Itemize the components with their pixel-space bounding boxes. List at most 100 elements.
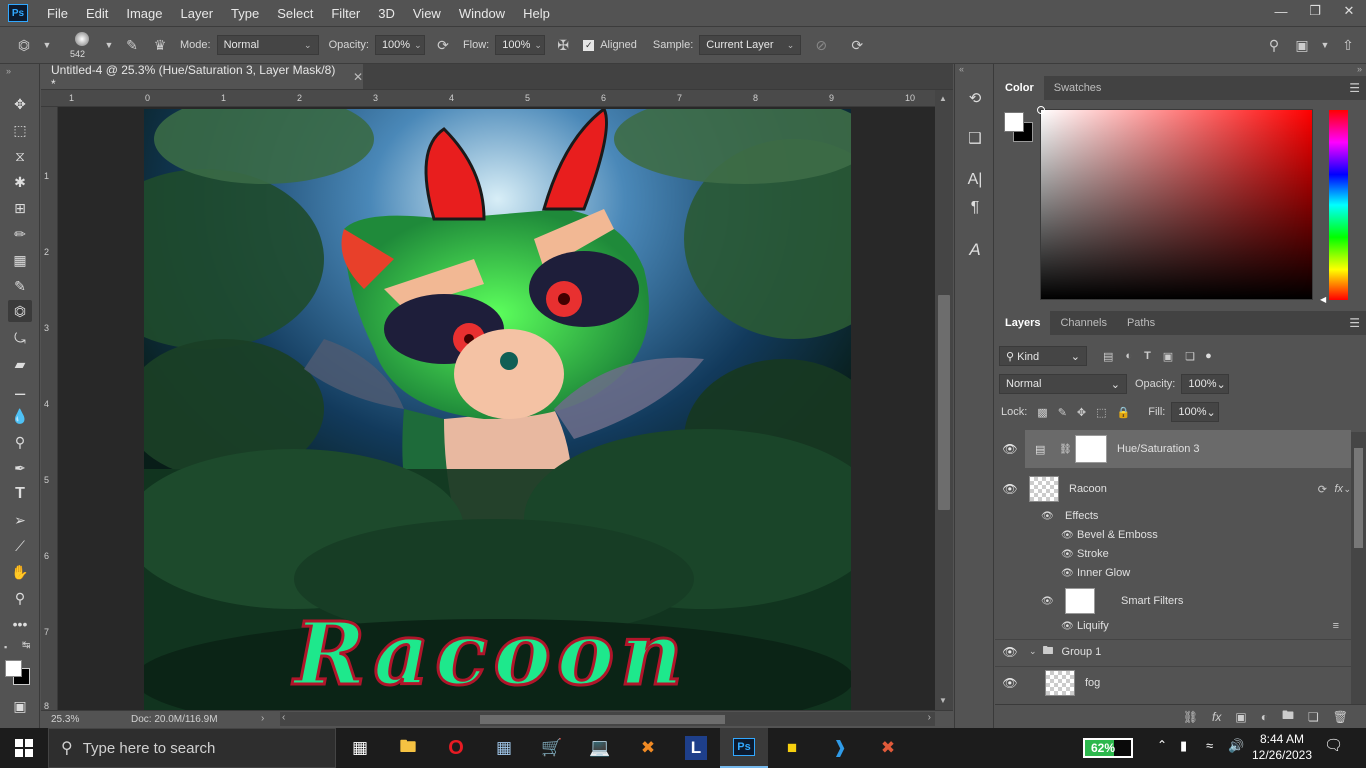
tab-channels[interactable]: Channels (1050, 311, 1116, 335)
menu-3d[interactable]: 3D (369, 6, 404, 21)
effect-inner-glow-row[interactable]: 👁 Inner Glow (995, 564, 1351, 582)
lock-all-icon[interactable]: 🔒 (1117, 406, 1131, 419)
panel-menu-icon[interactable]: ☰ (1349, 311, 1360, 335)
add-mask-icon[interactable]: ▣ (1235, 710, 1246, 724)
filter-shape-icon[interactable]: ▣ (1163, 350, 1173, 363)
link-icon[interactable]: ⛓ (1059, 444, 1073, 455)
quick-mask-icon[interactable]: ▣ (8, 695, 32, 717)
color-spectrum-picker[interactable] (1037, 106, 1313, 300)
brush-preview[interactable]: 542 (66, 28, 100, 62)
opera-icon[interactable]: O (432, 728, 480, 768)
document-tab[interactable]: Untitled-4 @ 25.3% (Hue/Saturation 3, La… (41, 63, 363, 91)
move-tool-icon[interactable]: ✥ (8, 93, 32, 115)
pen-tool-icon[interactable]: ✒ (8, 457, 32, 479)
volume-icon[interactable]: 🔊 (1228, 738, 1244, 754)
chevron-down-icon[interactable]: ⌄ (1029, 646, 1037, 657)
brush-tool-icon[interactable]: ✎ (8, 275, 32, 297)
delete-layer-icon[interactable]: 🗑 (1333, 710, 1348, 724)
clone-source-panel-icon[interactable]: ♛ (150, 35, 170, 55)
taskbar-clock[interactable]: 8:44 AM 12/26/2023 (1250, 731, 1314, 763)
dodge-tool-icon[interactable]: ⚲ (8, 431, 32, 453)
ignore-adjustment-layers-icon[interactable]: ⊘ (811, 35, 831, 55)
visibility-eye-icon[interactable]: 👁 (1061, 549, 1077, 560)
menu-type[interactable]: Type (222, 6, 268, 21)
artwork-canvas[interactable]: Racoon (144, 109, 851, 710)
line-tool-icon[interactable]: ⟋ (8, 535, 32, 557)
visibility-eye-icon[interactable]: 👁 (1061, 568, 1077, 579)
swap-colors-icon[interactable]: ↹ (22, 640, 30, 651)
menu-view[interactable]: View (404, 6, 450, 21)
visibility-eye-icon[interactable]: 👁 (1061, 621, 1077, 632)
lasso-tool-icon[interactable]: ⧖ (8, 145, 32, 167)
photos-app-icon[interactable]: ▦ (480, 728, 528, 768)
filter-liquify-row[interactable]: 👁 Liquify ≡ (995, 617, 1351, 635)
smart-filters-row[interactable]: 👁 Smart Filters (995, 586, 1351, 616)
vscode-icon[interactable]: ❱ (816, 728, 864, 768)
canvas-vertical-scrollbar[interactable]: ▲ ▼ (935, 90, 953, 710)
brush-panel-toggle-icon[interactable]: ✎ (122, 35, 142, 55)
layer-row-group-1[interactable]: 👁 ⌄ 🖿 Group 1 (995, 639, 1351, 663)
remote-desktop-icon[interactable]: 💻 (576, 728, 624, 768)
app-tools-icon[interactable]: ✖ (864, 728, 912, 768)
lock-image-icon[interactable]: ✎ (1058, 406, 1067, 419)
minimize-icon[interactable]: — (1264, 0, 1298, 22)
new-adjustment-icon[interactable]: ◐ (1261, 710, 1268, 724)
hue-slider-marker-icon[interactable]: ◀ (1320, 295, 1326, 304)
scroll-right-icon[interactable]: › (928, 712, 931, 723)
aligned-checkbox[interactable]: ✓ Aligned (583, 39, 643, 51)
visibility-eye-icon[interactable]: 👁 (1041, 596, 1065, 607)
expand-effects-icon[interactable]: ⌄ (1343, 484, 1351, 495)
airbrush-icon[interactable]: ✠ (553, 35, 573, 55)
effect-bevel-emboss-row[interactable]: 👁 Bevel & Emboss (995, 526, 1351, 544)
clone-stamp-tool-icon[interactable]: ⏣ (14, 35, 34, 55)
taskbar-search-box[interactable]: ⚲ Type here to search (48, 728, 336, 768)
tab-color[interactable]: Color (995, 76, 1044, 100)
scroll-left-icon[interactable]: ‹ (282, 712, 285, 723)
menu-layer[interactable]: Layer (172, 6, 223, 21)
share-icon[interactable]: ⇧ (1338, 35, 1358, 55)
path-selection-tool-icon[interactable]: ➢ (8, 509, 32, 531)
panel-menu-icon[interactable]: ☰ (1349, 76, 1360, 100)
effects-row[interactable]: 👁 Effects (995, 507, 1351, 525)
fill-input[interactable]: 100% ⌄ (1171, 402, 1220, 422)
workspace-chevron-icon[interactable]: ▼ (1320, 35, 1330, 55)
filter-kind-select[interactable]: ⚲ Kind ⌄ (999, 346, 1087, 366)
windows-start-icon[interactable] (0, 728, 48, 768)
paint-bucket-tool-icon[interactable]: ⚊ (8, 379, 32, 401)
default-colors-icon[interactable]: ▪ (4, 642, 7, 652)
hue-slider[interactable] (1329, 110, 1348, 300)
pressure-size-icon[interactable]: ⟳ (847, 35, 867, 55)
scroll-down-icon[interactable]: ▼ (939, 696, 947, 705)
wifi-icon[interactable]: ≈ (1206, 738, 1213, 753)
layer-row-hue-saturation[interactable]: 👁 ▤ ⛓ Hue/Saturation 3 (995, 430, 1351, 468)
history-brush-tool-icon[interactable]: ⤿ (8, 327, 32, 349)
clone-stamp-tool-icon[interactable]: ⏣ (8, 300, 32, 322)
menu-edit[interactable]: Edit (77, 6, 117, 21)
filter-type-icon[interactable]: T (1144, 350, 1151, 362)
foreground-color-swatch[interactable] (5, 660, 22, 677)
layer-row-racoon[interactable]: 👁 Racoon ⟳ fx ⌄ (995, 470, 1351, 508)
menu-file[interactable]: File (38, 6, 77, 21)
battery-indicator[interactable]: 62% (1083, 738, 1133, 758)
link-layers-icon[interactable]: ⛓ (1183, 710, 1198, 724)
horizontal-scroll-thumb[interactable] (480, 715, 725, 724)
paragraph-panel-icon[interactable]: ¶ (963, 196, 987, 220)
lock-position-icon[interactable]: ✥ (1077, 406, 1086, 419)
smart-filter-mask-thumbnail[interactable] (1065, 588, 1095, 614)
collapse-panels-icon[interactable]: « (959, 64, 964, 74)
opacity-input[interactable]: 100% ⌄ (374, 35, 425, 55)
foreground-color-swatch[interactable] (1004, 112, 1024, 132)
layers-scroll-thumb[interactable] (1354, 448, 1363, 548)
type-tool-icon[interactable]: T (8, 483, 32, 505)
history-panel-icon[interactable]: ⟲ (963, 86, 987, 110)
workspace-icon[interactable]: ▣ (1292, 35, 1312, 55)
visibility-eye-icon[interactable]: 👁 (995, 676, 1025, 690)
restore-icon[interactable]: ❐ (1298, 0, 1332, 22)
zoom-level[interactable]: 25.3% (51, 714, 79, 725)
close-icon[interactable]: ✕ (1332, 0, 1366, 22)
menu-filter[interactable]: Filter (322, 6, 369, 21)
task-view-icon[interactable]: ▦ (336, 728, 384, 768)
tool-preset-chevron-icon[interactable]: ▼ (42, 35, 52, 55)
brush-chevron-icon[interactable]: ▼ (104, 35, 114, 55)
visibility-eye-icon[interactable]: 👁 (1041, 511, 1065, 522)
